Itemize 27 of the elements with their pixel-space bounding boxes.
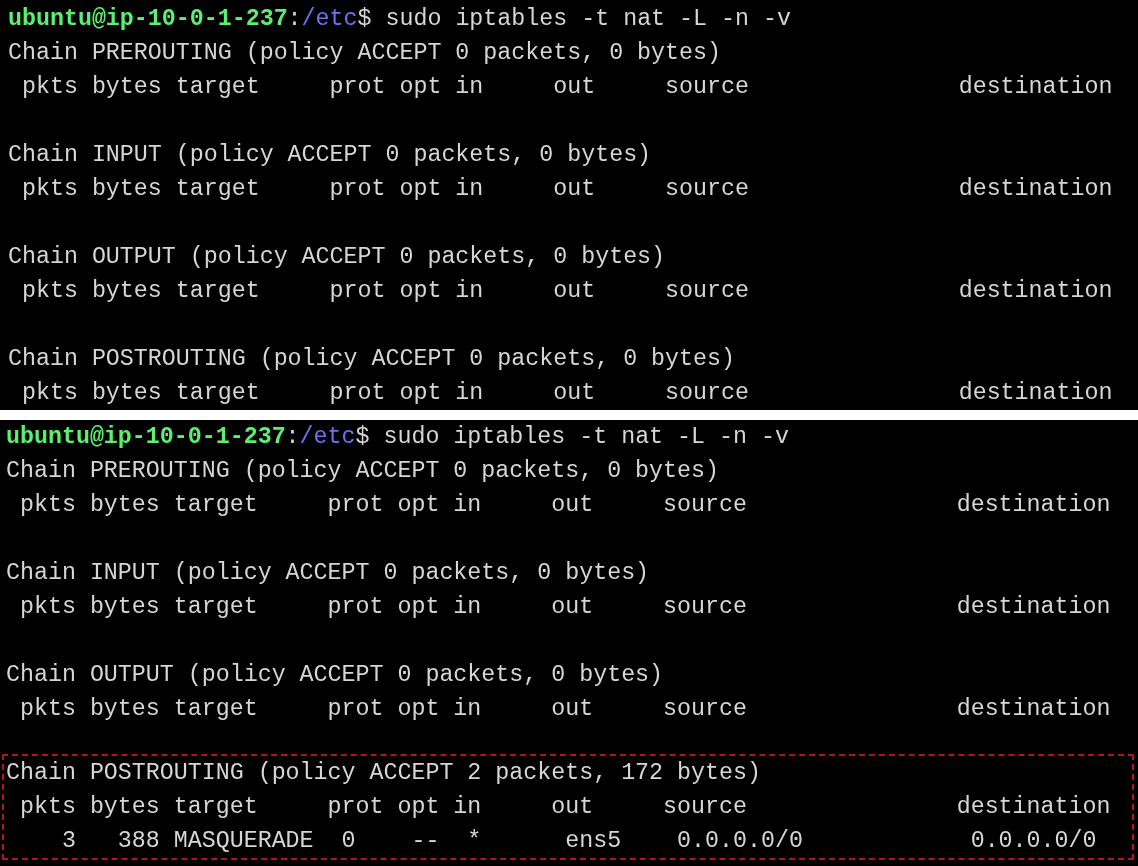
chain-title: Chain OUTPUT (policy ACCEPT 0 packets, 0 bytes) bbox=[6, 661, 665, 690]
command-text: sudo iptables -t nat -L -n -v bbox=[384, 5, 791, 34]
column-header: pkts bytes target prot opt in out source destination bbox=[20, 73, 1114, 102]
chain-title: Chain INPUT (policy ACCEPT 0 packets, 0 bytes) bbox=[8, 141, 653, 170]
prompt-separator: : bbox=[285, 423, 300, 452]
chain-title: Chain PREROUTING (policy ACCEPT 0 packets, 0 bytes) bbox=[6, 457, 720, 486]
chain-title: Chain POSTROUTING (policy ACCEPT 2 packets, 172 bytes) bbox=[6, 759, 762, 788]
chain-title: Chain INPUT (policy ACCEPT 0 packets, 0 bytes) bbox=[6, 559, 651, 588]
prompt-path: /etc bbox=[301, 5, 358, 34]
prompt-user-host: ubuntu@ip-10-0-1-237 bbox=[6, 423, 286, 452]
prompt-symbol: $ bbox=[355, 423, 370, 452]
column-header: pkts bytes target prot opt in out source destination bbox=[18, 793, 1112, 822]
prompt-user-host: ubuntu@ip-10-0-1-237 bbox=[8, 5, 288, 34]
chain-title: Chain PREROUTING (policy ACCEPT 0 packets, 0 bytes) bbox=[8, 39, 722, 68]
chain-title: Chain OUTPUT (policy ACCEPT 0 packets, 0 bytes) bbox=[8, 243, 667, 272]
chain-title: Chain POSTROUTING (policy ACCEPT 0 packets, 0 bytes) bbox=[8, 345, 736, 374]
column-header: pkts bytes target prot opt in out source destination bbox=[20, 175, 1114, 204]
column-header: pkts bytes target prot opt in out source destination bbox=[20, 379, 1114, 408]
prompt-separator: : bbox=[287, 5, 302, 34]
column-header: pkts bytes target prot opt in out source destination bbox=[18, 593, 1112, 622]
command-text: sudo iptables -t nat -L -n -v bbox=[382, 423, 789, 452]
column-header: pkts bytes target prot opt in out source destination bbox=[18, 491, 1112, 520]
column-header: pkts bytes target prot opt in out source destination bbox=[18, 695, 1112, 724]
rule-row-text: 3 388 MASQUERADE 0 -- * ens5 0.0.0.0/0 0.0.0.0/0 bbox=[60, 827, 1098, 856]
prompt-symbol: $ bbox=[357, 5, 372, 34]
prompt-path: /etc bbox=[299, 423, 356, 452]
column-header: pkts bytes target prot opt in out source destination bbox=[20, 277, 1114, 306]
